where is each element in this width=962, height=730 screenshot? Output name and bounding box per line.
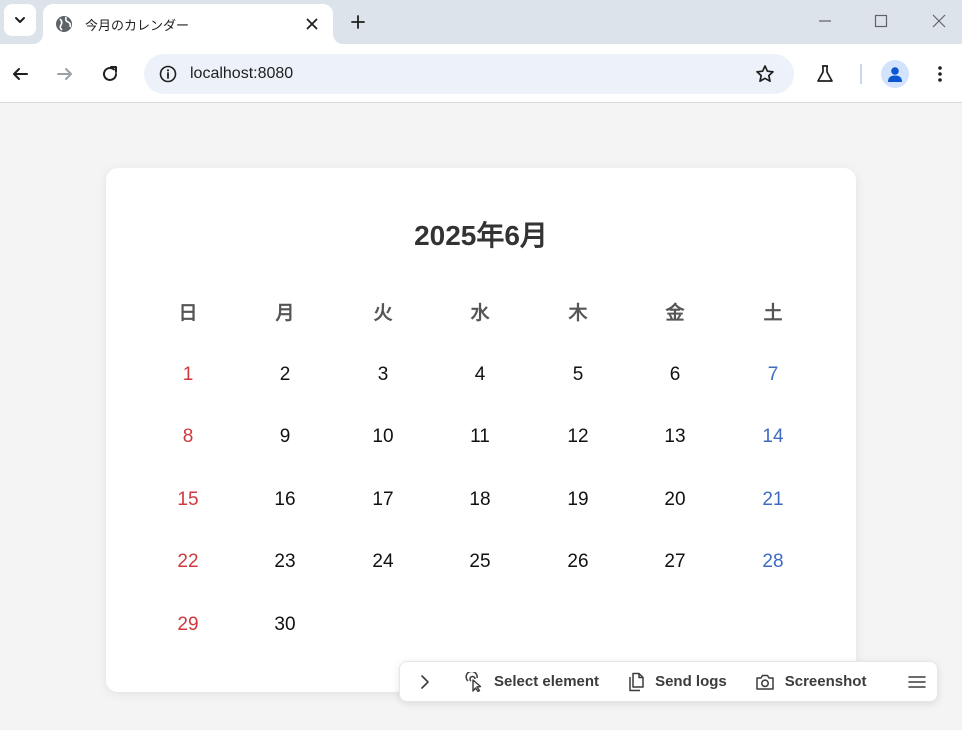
weekday-label: 日 [178, 303, 198, 324]
select-element-button[interactable]: Select element [450, 661, 613, 702]
dev-toolbar: Select element Send logs Screenshot [399, 661, 938, 702]
weekday-label: 火 [373, 303, 393, 324]
send-logs-button[interactable]: Send logs [613, 661, 741, 702]
forward-button[interactable] [49, 58, 81, 90]
day-cell: 12 [567, 426, 589, 447]
camera-icon [756, 674, 774, 690]
weekday-label: 水 [470, 303, 490, 324]
weekday-label: 金 [665, 303, 685, 324]
day-cell: 15 [177, 489, 199, 510]
star-icon[interactable] [750, 59, 780, 89]
send-logs-label: Send logs [655, 673, 727, 690]
minimize-icon [819, 20, 831, 22]
labs-button[interactable] [809, 58, 841, 90]
day-cell: 13 [664, 426, 686, 447]
maximize-button[interactable] [866, 8, 896, 34]
reload-button[interactable] [94, 58, 126, 90]
plus-icon [351, 15, 365, 29]
day-cell: 29 [177, 614, 199, 635]
day-cell: 19 [567, 489, 589, 510]
expand-button[interactable] [400, 661, 450, 702]
info-icon[interactable] [156, 62, 180, 86]
calendar-card: 2025年6月 日月火水木金土 1 2 3 4 5 6 7 8 9 10 11 12 13 14 15 16 1… [106, 168, 856, 692]
dev-menu-button[interactable] [897, 661, 937, 702]
day-cell: 17 [372, 489, 394, 510]
person-icon [888, 67, 902, 82]
day-cell: 7 [767, 364, 779, 385]
day-cell: 22 [177, 551, 199, 572]
day-cell: 3 [377, 364, 389, 385]
day-cell: 4 [474, 364, 486, 385]
back-button[interactable] [4, 58, 36, 90]
hamburger-menu-icon [908, 675, 926, 688]
day-cell: 18 [469, 489, 491, 510]
arrow-right-icon [57, 68, 72, 80]
day-cell: 23 [274, 551, 296, 572]
tab-title: 今月のカレンダー [85, 17, 190, 33]
arrow-left-icon [13, 68, 28, 80]
reload-icon [103, 66, 117, 81]
chevron-right-icon [421, 674, 429, 689]
select-element-label: Select element [494, 673, 600, 690]
kebab-menu-icon [938, 66, 942, 82]
minimize-button[interactable] [810, 8, 840, 34]
day-cell: 14 [762, 426, 784, 447]
pointer-click-icon [465, 671, 482, 692]
browser-toolbar: localhost:8080 [0, 44, 962, 103]
screenshot-button[interactable]: Screenshot [741, 661, 881, 702]
day-cell: 16 [274, 489, 296, 510]
chevron-down-icon [15, 17, 25, 23]
day-cell: 9 [279, 426, 291, 447]
day-cell: 8 [182, 426, 194, 447]
copy-icon [629, 672, 644, 691]
day-cell: 5 [572, 364, 584, 385]
day-cell: 24 [372, 551, 394, 572]
day-cell: 10 [372, 426, 394, 447]
screenshot-label: Screenshot [784, 673, 867, 690]
day-cell: 30 [274, 614, 296, 635]
day-cell: 1 [182, 364, 194, 385]
calendar-title: 2025年6月 [414, 220, 548, 251]
weekday-label: 月 [275, 303, 295, 324]
day-cell: 2 [279, 364, 291, 385]
day-cell: 6 [669, 364, 681, 385]
close-icon [932, 14, 946, 28]
day-cell: 28 [762, 551, 784, 572]
weekday-label: 木 [568, 303, 588, 324]
close-icon[interactable] [301, 13, 323, 35]
address-bar[interactable]: localhost:8080 [144, 54, 794, 94]
browser-menu-button[interactable] [924, 58, 956, 90]
weekday-label: 土 [763, 303, 783, 324]
day-cell: 11 [470, 426, 490, 447]
window-close-button[interactable] [924, 8, 954, 34]
globe-icon [55, 15, 73, 33]
new-tab-button[interactable] [344, 8, 372, 36]
maximize-icon [874, 14, 888, 28]
flask-icon [817, 65, 833, 82]
day-cell: 27 [664, 551, 686, 572]
url-text[interactable]: localhost:8080 [190, 65, 750, 83]
day-cell: 21 [762, 489, 784, 510]
toolbar-divider [860, 64, 862, 84]
day-cell: 20 [664, 489, 686, 510]
tab-strip: 今月のカレンダー [0, 0, 962, 44]
day-cell: 25 [469, 551, 491, 572]
active-tab[interactable]: 今月のカレンダー [43, 4, 333, 44]
day-cell: 26 [567, 551, 589, 572]
profile-button[interactable] [881, 60, 909, 88]
tab-search-button[interactable] [4, 4, 36, 36]
